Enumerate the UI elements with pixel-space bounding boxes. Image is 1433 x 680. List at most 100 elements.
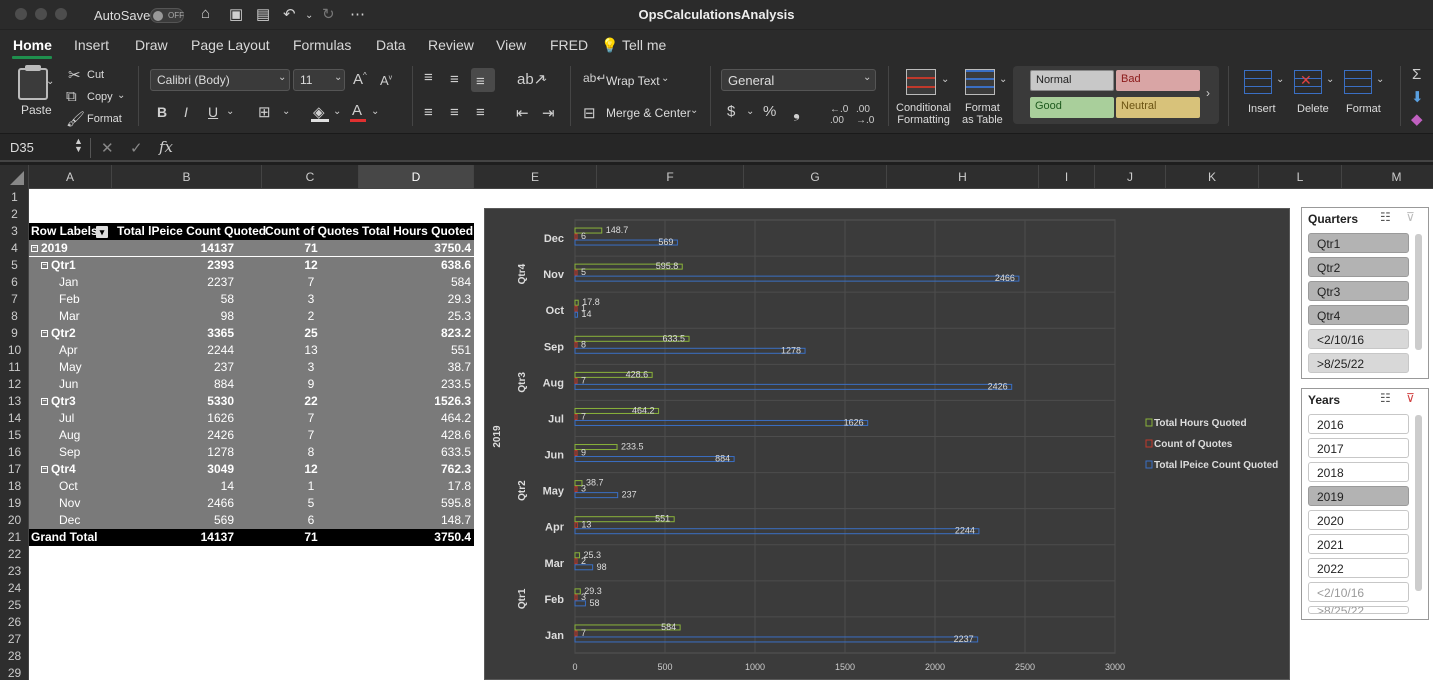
tab-view[interactable]: View (496, 37, 526, 53)
pivot-row-jul[interactable]: Jul 1626 7 464.2 (29, 410, 474, 427)
slicer-item-2020[interactable]: 2020 (1308, 510, 1409, 530)
column-header-f[interactable]: F (597, 165, 744, 189)
row-header[interactable]: 23 (0, 563, 29, 580)
row-header[interactable]: 1 (0, 189, 29, 206)
paste-icon[interactable] (18, 68, 48, 100)
collapse-toggle-icon[interactable]: − (41, 330, 48, 337)
copy-icon[interactable]: ⧉ (66, 88, 77, 105)
paste-button[interactable]: Paste (21, 103, 52, 117)
align-center-icon[interactable]: ≡ (450, 104, 459, 121)
wrap-text-icon[interactable]: ab↵ (583, 71, 606, 85)
tab-data[interactable]: Data (376, 37, 406, 53)
style-good[interactable]: Good (1030, 97, 1114, 118)
pivot-row-qtr4[interactable]: − Qtr4 3049 12 762.3 (29, 461, 474, 478)
slicer-years[interactable]: Years ☷ ⊽ 2016 2017 2018 2019 2020 2021 2022 <2… (1301, 388, 1429, 620)
pivot-row-2019[interactable]: −2019 14137 71 3750.4 (29, 240, 474, 257)
pivot-row-feb[interactable]: Feb 58 3 29.3 (29, 291, 474, 308)
number-format-dropdown-icon[interactable]: ⌄ (863, 72, 871, 83)
borders-dropdown-icon[interactable]: ⌄ (282, 106, 290, 117)
name-box-stepper-icon[interactable]: ▲ ▼ (74, 137, 83, 154)
conditional-formatting-dropdown-icon[interactable]: ⌄ (941, 74, 949, 85)
formula-input[interactable] (182, 137, 1427, 159)
row-header[interactable]: 19 (0, 495, 29, 512)
format-cells-icon[interactable] (1344, 70, 1372, 94)
slicer-item-2021[interactable]: 2021 (1308, 534, 1409, 554)
insert-dropdown-icon[interactable]: ⌄ (1276, 74, 1284, 85)
tell-me-search[interactable]: Tell me (622, 37, 666, 53)
collapse-toggle-icon[interactable]: − (41, 262, 48, 269)
tab-formulas[interactable]: Formulas (293, 37, 351, 53)
wrap-text-dropdown-icon[interactable]: ⌄ (661, 73, 669, 84)
underline-icon[interactable]: U (208, 104, 218, 120)
row-header[interactable]: 8 (0, 308, 29, 325)
increase-indent-icon[interactable]: ⇥ (542, 104, 555, 122)
row-header[interactable]: 6 (0, 274, 29, 291)
cut-button[interactable]: Cut (87, 69, 104, 81)
font-color-dropdown-icon[interactable]: ⌄ (371, 106, 379, 117)
slicer-item-2018[interactable]: 2018 (1308, 462, 1409, 482)
merge-center-button[interactable]: Merge & Center (606, 106, 691, 120)
slicer-item-qtr4[interactable]: Qtr4 (1308, 305, 1409, 325)
row-header[interactable]: 7 (0, 291, 29, 308)
row-header[interactable]: 25 (0, 597, 29, 614)
copy-dropdown-icon[interactable]: ⌄ (117, 90, 125, 101)
scissors-icon[interactable]: ✂ (68, 66, 81, 84)
pivot-row-may[interactable]: May 237 3 38.7 (29, 359, 474, 376)
decrease-decimal-icon[interactable]: .00 →.0 (856, 104, 874, 126)
slicer-item-qtr3[interactable]: Qtr3 (1308, 281, 1409, 301)
slicer-item-21016[interactable]: <2/10/16 (1308, 329, 1409, 349)
style-normal[interactable]: Normal (1030, 70, 1114, 91)
borders-icon[interactable]: ⊞ (258, 103, 271, 121)
tab-insert[interactable]: Insert (74, 37, 109, 53)
pivot-row-oct[interactable]: Oct 14 1 17.8 (29, 478, 474, 495)
row-header[interactable]: 27 (0, 631, 29, 648)
slicer-item-qtr2[interactable]: Qtr2 (1308, 257, 1409, 277)
tab-fred[interactable]: FRED (550, 37, 588, 53)
column-header-l[interactable]: L (1259, 165, 1342, 189)
slicer-item-21016[interactable]: <2/10/16 (1308, 582, 1409, 602)
insert-cells-icon[interactable] (1244, 70, 1272, 94)
slicer-item-82522[interactable]: >8/25/22 (1308, 606, 1409, 614)
row-header[interactable]: 14 (0, 410, 29, 427)
multi-select-icon[interactable]: ☷ (1380, 391, 1391, 405)
font-size-dropdown-icon[interactable]: ⌄ (334, 72, 342, 83)
pivot-row-mar[interactable]: Mar 98 2 25.3 (29, 308, 474, 325)
slicer-quarters[interactable]: Quarters ☷ ⊽ Qtr1 Qtr2 Qtr3 Qtr4 <2/10/16 >8/… (1301, 207, 1429, 379)
row-header[interactable]: 13 (0, 393, 29, 410)
collapse-toggle-icon[interactable]: − (31, 245, 38, 252)
format-painter-icon[interactable]: 🖌 (66, 110, 85, 128)
orientation-dropdown-icon[interactable]: ⌄ (540, 73, 548, 84)
pivot-chart[interactable]: 0 500 1000 1500 2000 2500 3000 Jan 584 7 2237 Feb 29… (484, 208, 1290, 680)
row-header[interactable]: 5 (0, 257, 29, 274)
row-header[interactable]: 21 (0, 529, 29, 546)
tab-draw[interactable]: Draw (135, 37, 168, 53)
bold-icon[interactable]: B (157, 104, 167, 120)
format-painter-button[interactable]: Format (87, 113, 122, 125)
enter-icon[interactable]: ✓ (130, 139, 143, 157)
tab-home[interactable]: Home (13, 37, 52, 53)
row-header[interactable]: 3 (0, 223, 29, 240)
autosum-icon[interactable]: Σ (1412, 66, 1421, 83)
fill-color-dropdown-icon[interactable]: ⌄ (333, 106, 341, 117)
font-name-select[interactable]: Calibri (Body) (150, 69, 290, 91)
underline-dropdown-icon[interactable]: ⌄ (226, 106, 234, 117)
row-header[interactable]: 9 (0, 325, 29, 342)
number-format-select[interactable]: General (721, 69, 876, 91)
clear-filter-icon[interactable]: ⊽ (1406, 391, 1415, 405)
pivot-row-nov[interactable]: Nov 2466 5 595.8 (29, 495, 474, 512)
slicer-item-2019[interactable]: 2019 (1308, 486, 1409, 506)
row-header[interactable]: 26 (0, 614, 29, 631)
row-header[interactable]: 10 (0, 342, 29, 359)
comma-style-icon[interactable]: ❟ (793, 101, 800, 122)
align-middle-icon[interactable]: ≡ (450, 71, 459, 88)
italic-icon[interactable]: I (184, 104, 188, 120)
slicer-item-82522[interactable]: >8/25/22 (1308, 353, 1409, 373)
style-neutral[interactable]: Neutral (1116, 97, 1200, 118)
merge-center-dropdown-icon[interactable]: ⌄ (690, 105, 698, 116)
column-header-e[interactable]: E (474, 165, 597, 189)
row-header[interactable]: 16 (0, 444, 29, 461)
column-header-b[interactable]: B (112, 165, 262, 189)
pivot-row-jan[interactable]: Jan 2237 7 584 (29, 274, 474, 291)
cancel-icon[interactable]: ✕ (101, 139, 114, 157)
conditional-formatting-icon[interactable] (906, 69, 936, 95)
